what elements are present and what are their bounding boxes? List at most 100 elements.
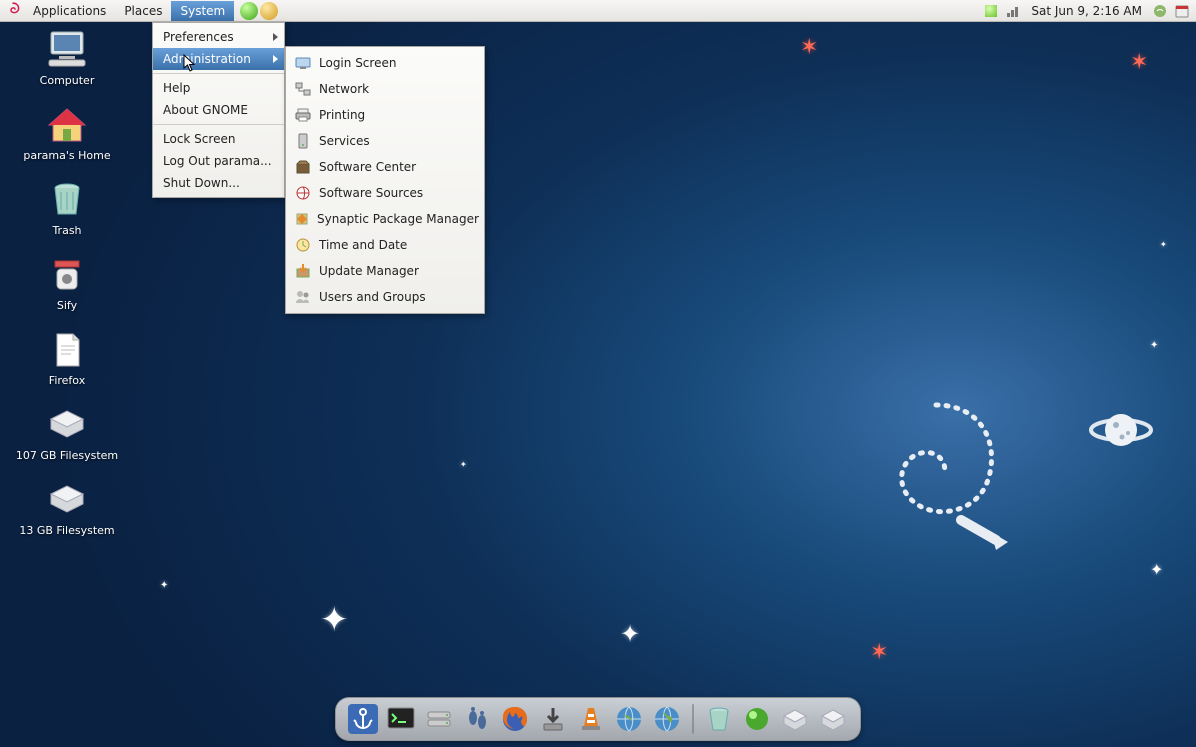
star-decoration: ✦: [160, 580, 168, 591]
document-icon: [45, 330, 89, 370]
network-icon: [294, 80, 312, 98]
planet-decoration: [1086, 405, 1156, 455]
menu-item-administration[interactable]: Administration: [153, 48, 284, 70]
bottom-dock: [335, 697, 861, 741]
menu-label: Printing: [319, 108, 365, 122]
menu-item-help[interactable]: Help: [153, 77, 284, 99]
panel-clock[interactable]: Sat Jun 9, 2:16 AM: [1027, 4, 1146, 18]
menu-label: Software Center: [319, 160, 416, 174]
quicklaunch-gold-icon[interactable]: [260, 2, 278, 20]
dock-item-drive[interactable]: [422, 702, 456, 736]
panel-quick-launch: [238, 2, 278, 20]
menu-item-time-date[interactable]: Time and Date: [286, 232, 484, 258]
menu-item-printing[interactable]: Printing: [286, 102, 484, 128]
desktop-icon-firefox[interactable]: Firefox: [12, 330, 122, 387]
star-decoration: ✦: [1160, 240, 1167, 249]
desktop-icon-computer[interactable]: Computer: [12, 30, 122, 87]
menu-item-update-manager[interactable]: Update Manager: [286, 258, 484, 284]
dock-item-globe2[interactable]: [650, 702, 684, 736]
star-decoration: ✦: [460, 460, 467, 469]
desktop-icon-grid: Computer parama's Home Trash Sify Firefo…: [12, 30, 122, 537]
dock-item-terminal[interactable]: [384, 702, 418, 736]
desktop-icon-fs-13gb[interactable]: 13 GB Filesystem: [12, 480, 122, 537]
administration-submenu: Login Screen Network Printing Services S…: [285, 46, 485, 314]
desktop-icon-label: parama's Home: [23, 149, 110, 162]
menu-item-lock-screen[interactable]: Lock Screen: [153, 128, 284, 150]
menu-label: Preferences: [163, 30, 234, 44]
quicklaunch-green-icon[interactable]: [240, 2, 258, 20]
menu-label: Lock Screen: [163, 132, 235, 146]
drive-icon: [45, 405, 89, 445]
trash-icon: [45, 180, 89, 220]
tray-calendar-icon[interactable]: [1174, 3, 1190, 19]
desktop-icon-sify[interactable]: Sify: [12, 255, 122, 312]
tray-network-icon[interactable]: [1005, 3, 1021, 19]
menu-separator: [153, 73, 284, 74]
menu-item-shut-down[interactable]: Shut Down...: [153, 172, 284, 194]
menu-separator: [153, 124, 284, 125]
tray-status-icon[interactable]: [983, 3, 999, 19]
desktop-icon-label: Trash: [52, 224, 81, 237]
star-red-decoration: ✶: [1130, 50, 1148, 75]
software-center-icon: [294, 158, 312, 176]
star-decoration: ✦: [320, 600, 349, 640]
dock-item-firefox[interactable]: [498, 702, 532, 736]
menu-label: Help: [163, 81, 190, 95]
desktop-icon-fs-107gb[interactable]: 107 GB Filesystem: [12, 405, 122, 462]
synaptic-icon: [294, 210, 310, 228]
menu-item-software-sources[interactable]: Software Sources: [286, 180, 484, 206]
desktop-icon-label: Sify: [57, 299, 77, 312]
menu-label: Software Sources: [319, 186, 423, 200]
clock-icon: [294, 236, 312, 254]
dock-item-anchor[interactable]: [346, 702, 380, 736]
menu-label: Update Manager: [319, 264, 419, 278]
system-menu: Preferences Administration Help About GN…: [152, 22, 285, 198]
menu-label: Synaptic Package Manager: [317, 212, 479, 226]
menu-item-about-gnome[interactable]: About GNOME: [153, 99, 284, 121]
desktop-icon-label: 13 GB Filesystem: [19, 524, 114, 537]
top-menubar: Applications Places System: [24, 1, 234, 21]
menu-applications[interactable]: Applications: [24, 1, 115, 21]
menu-places[interactable]: Places: [115, 1, 171, 21]
tray-volume-icon[interactable]: [1152, 3, 1168, 19]
menu-item-preferences[interactable]: Preferences: [153, 26, 284, 48]
menu-label: Log Out parama...: [163, 154, 272, 168]
menu-system[interactable]: System: [171, 1, 234, 21]
dock-item-volume2[interactable]: [816, 702, 850, 736]
home-folder-icon: [45, 105, 89, 145]
menu-item-network[interactable]: Network: [286, 76, 484, 102]
dock-item-vlc[interactable]: [574, 702, 608, 736]
desktop-icon-label: Computer: [40, 74, 95, 87]
dock-item-footprints[interactable]: [460, 702, 494, 736]
menu-item-login-screen[interactable]: Login Screen: [286, 50, 484, 76]
menu-label: Services: [319, 134, 370, 148]
menu-item-users-groups[interactable]: Users and Groups: [286, 284, 484, 310]
desktop-icon-home[interactable]: parama's Home: [12, 105, 122, 162]
update-manager-icon: [294, 262, 312, 280]
dock-item-globe1[interactable]: [612, 702, 646, 736]
desktop-icon-trash[interactable]: Trash: [12, 180, 122, 237]
dock-item-downloads[interactable]: [536, 702, 570, 736]
drive-icon: [45, 480, 89, 520]
sify-launcher-icon: [45, 255, 89, 295]
menu-item-services[interactable]: Services: [286, 128, 484, 154]
dock-item-status[interactable]: [740, 702, 774, 736]
login-screen-icon: [294, 54, 312, 72]
menu-label: Users and Groups: [319, 290, 426, 304]
menu-item-software-center[interactable]: Software Center: [286, 154, 484, 180]
dock-item-volume1[interactable]: [778, 702, 812, 736]
computer-icon: [45, 30, 89, 70]
desktop-icon-label: 107 GB Filesystem: [16, 449, 118, 462]
menu-label: Shut Down...: [163, 176, 240, 190]
dock-item-trash[interactable]: [702, 702, 736, 736]
debian-logo-icon[interactable]: [4, 2, 22, 20]
menu-item-synaptic[interactable]: Synaptic Package Manager: [286, 206, 484, 232]
menu-item-log-out[interactable]: Log Out parama...: [153, 150, 284, 172]
menu-label: Administration: [163, 52, 251, 66]
services-icon: [294, 132, 312, 150]
menu-label: Time and Date: [319, 238, 407, 252]
star-decoration: ✦: [620, 620, 640, 648]
star-red-decoration: ✶: [800, 35, 818, 60]
star-decoration: ✦: [1150, 340, 1158, 351]
star-red-decoration: ✶: [870, 640, 888, 665]
